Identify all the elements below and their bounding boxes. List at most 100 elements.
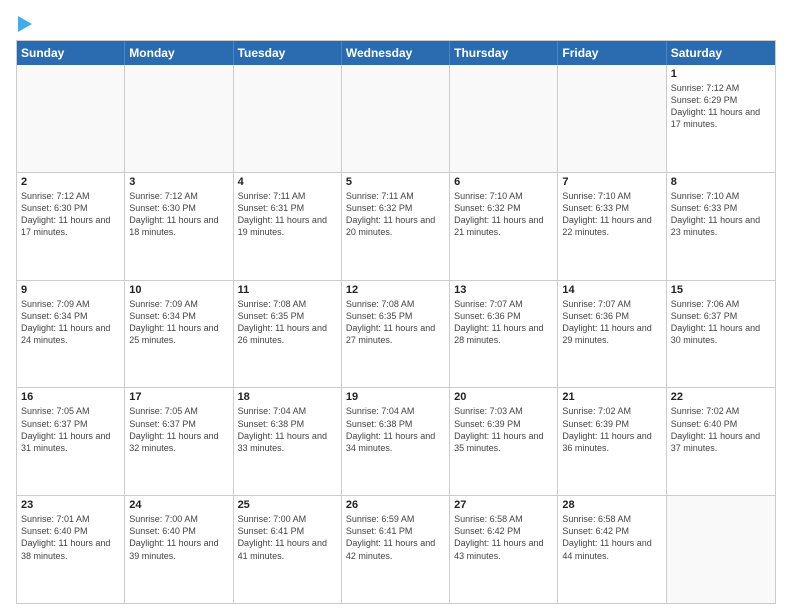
logo-arrow-icon (18, 16, 32, 32)
calendar-cell: 17 Sunrise: 7:05 AM Sunset: 6:37 PM Dayli… (125, 388, 233, 495)
calendar-cell: 2 Sunrise: 7:12 AM Sunset: 6:30 PM Daylig… (17, 173, 125, 280)
day-info: Sunrise: 7:12 AM Sunset: 6:29 PM Dayligh… (671, 82, 771, 131)
day-info: Sunrise: 6:58 AM Sunset: 6:42 PM Dayligh… (454, 513, 553, 562)
day-info: Sunrise: 7:11 AM Sunset: 6:31 PM Dayligh… (238, 190, 337, 239)
day-info: Sunrise: 7:09 AM Sunset: 6:34 PM Dayligh… (21, 298, 120, 347)
day-info: Sunrise: 7:00 AM Sunset: 6:40 PM Dayligh… (129, 513, 228, 562)
day-number: 6 (454, 176, 553, 188)
day-number: 21 (562, 391, 661, 403)
calendar-cell: 5 Sunrise: 7:11 AM Sunset: 6:32 PM Daylig… (342, 173, 450, 280)
day-info: Sunrise: 7:09 AM Sunset: 6:34 PM Dayligh… (129, 298, 228, 347)
day-number: 19 (346, 391, 445, 403)
calendar-row-4: 23 Sunrise: 7:01 AM Sunset: 6:40 PM Dayli… (17, 495, 775, 603)
day-number: 3 (129, 176, 228, 188)
calendar-cell: 6 Sunrise: 7:10 AM Sunset: 6:32 PM Daylig… (450, 173, 558, 280)
day-number: 25 (238, 499, 337, 511)
calendar-row-3: 16 Sunrise: 7:05 AM Sunset: 6:37 PM Dayli… (17, 387, 775, 495)
day-number: 28 (562, 499, 661, 511)
day-info: Sunrise: 7:02 AM Sunset: 6:39 PM Dayligh… (562, 405, 661, 454)
calendar-cell: 10Sunrise: 7:09 AM Sunset: 6:34 PM Dayli… (125, 281, 233, 388)
calendar-cell: 23 Sunrise: 7:01 AM Sunset: 6:40 PM Dayli… (17, 496, 125, 603)
day-info: Sunrise: 7:02 AM Sunset: 6:40 PM Dayligh… (671, 405, 771, 454)
calendar-cell: 7 Sunrise: 7:10 AM Sunset: 6:33 PM Daylig… (558, 173, 666, 280)
calendar-cell: 14 Sunrise: 7:07 AM Sunset: 6:36 PM Dayli… (558, 281, 666, 388)
calendar-cell: 24 Sunrise: 7:00 AM Sunset: 6:40 PM Dayli… (125, 496, 233, 603)
day-info: Sunrise: 7:10 AM Sunset: 6:33 PM Dayligh… (562, 190, 661, 239)
day-number: 26 (346, 499, 445, 511)
logo (16, 16, 32, 32)
day-number: 18 (238, 391, 337, 403)
day-info: Sunrise: 7:05 AM Sunset: 6:37 PM Dayligh… (21, 405, 120, 454)
calendar-cell: 3 Sunrise: 7:12 AM Sunset: 6:30 PM Daylig… (125, 173, 233, 280)
header-day-saturday: Saturday (667, 41, 775, 65)
day-info: Sunrise: 7:07 AM Sunset: 6:36 PM Dayligh… (562, 298, 661, 347)
day-info: Sunrise: 6:58 AM Sunset: 6:42 PM Dayligh… (562, 513, 661, 562)
calendar-cell (558, 65, 666, 172)
day-number: 22 (671, 391, 771, 403)
calendar-cell: 15 Sunrise: 7:06 AM Sunset: 6:37 PM Dayli… (667, 281, 775, 388)
day-info: Sunrise: 7:04 AM Sunset: 6:38 PM Dayligh… (238, 405, 337, 454)
header-day-monday: Monday (125, 41, 233, 65)
calendar-cell: 12 Sunrise: 7:08 AM Sunset: 6:35 PM Dayli… (342, 281, 450, 388)
day-number: 23 (21, 499, 120, 511)
calendar-row-1: 2 Sunrise: 7:12 AM Sunset: 6:30 PM Daylig… (17, 172, 775, 280)
day-info: Sunrise: 7:01 AM Sunset: 6:40 PM Dayligh… (21, 513, 120, 562)
calendar-cell (342, 65, 450, 172)
day-number: 4 (238, 176, 337, 188)
calendar-cell: 1 Sunrise: 7:12 AM Sunset: 6:29 PM Daylig… (667, 65, 775, 172)
calendar-cell: 25 Sunrise: 7:00 AM Sunset: 6:41 PM Dayli… (234, 496, 342, 603)
day-number: 17 (129, 391, 228, 403)
day-info: Sunrise: 7:12 AM Sunset: 6:30 PM Dayligh… (21, 190, 120, 239)
day-number: 7 (562, 176, 661, 188)
day-info: Sunrise: 7:10 AM Sunset: 6:33 PM Dayligh… (671, 190, 771, 239)
day-number: 15 (671, 284, 771, 296)
calendar-cell: 22 Sunrise: 7:02 AM Sunset: 6:40 PM Dayli… (667, 388, 775, 495)
day-info: Sunrise: 7:10 AM Sunset: 6:32 PM Dayligh… (454, 190, 553, 239)
calendar: SundayMondayTuesdayWednesdayThursdayFrid… (16, 40, 776, 604)
day-number: 5 (346, 176, 445, 188)
calendar-cell (17, 65, 125, 172)
day-number: 11 (238, 284, 337, 296)
calendar-cell: 13 Sunrise: 7:07 AM Sunset: 6:36 PM Dayli… (450, 281, 558, 388)
calendar-cell: 9 Sunrise: 7:09 AM Sunset: 6:34 PM Daylig… (17, 281, 125, 388)
calendar-cell: 16 Sunrise: 7:05 AM Sunset: 6:37 PM Dayli… (17, 388, 125, 495)
day-number: 9 (21, 284, 120, 296)
calendar-header: SundayMondayTuesdayWednesdayThursdayFrid… (17, 41, 775, 65)
calendar-cell (234, 65, 342, 172)
header-day-thursday: Thursday (450, 41, 558, 65)
day-info: Sunrise: 7:11 AM Sunset: 6:32 PM Dayligh… (346, 190, 445, 239)
calendar-cell: 26 Sunrise: 6:59 AM Sunset: 6:41 PM Dayli… (342, 496, 450, 603)
header-day-tuesday: Tuesday (234, 41, 342, 65)
calendar-cell: 19 Sunrise: 7:04 AM Sunset: 6:38 PM Dayli… (342, 388, 450, 495)
day-info: Sunrise: 7:07 AM Sunset: 6:36 PM Dayligh… (454, 298, 553, 347)
calendar-cell (450, 65, 558, 172)
day-number: 24 (129, 499, 228, 511)
day-number: 16 (21, 391, 120, 403)
calendar-cell (667, 496, 775, 603)
header-day-sunday: Sunday (17, 41, 125, 65)
calendar-row-2: 9 Sunrise: 7:09 AM Sunset: 6:34 PM Daylig… (17, 280, 775, 388)
day-number: 14 (562, 284, 661, 296)
calendar-cell: 11Sunrise: 7:08 AM Sunset: 6:35 PM Dayli… (234, 281, 342, 388)
day-info: Sunrise: 7:04 AM Sunset: 6:38 PM Dayligh… (346, 405, 445, 454)
day-number: 13 (454, 284, 553, 296)
day-info: Sunrise: 7:08 AM Sunset: 6:35 PM Dayligh… (346, 298, 445, 347)
day-info: Sunrise: 7:12 AM Sunset: 6:30 PM Dayligh… (129, 190, 228, 239)
header (16, 16, 776, 32)
day-info: Sunrise: 7:00 AM Sunset: 6:41 PM Dayligh… (238, 513, 337, 562)
day-number: 27 (454, 499, 553, 511)
calendar-cell: 18 Sunrise: 7:04 AM Sunset: 6:38 PM Dayli… (234, 388, 342, 495)
day-info: Sunrise: 7:05 AM Sunset: 6:37 PM Dayligh… (129, 405, 228, 454)
day-number: 2 (21, 176, 120, 188)
day-number: 1 (671, 68, 771, 80)
day-number: 12 (346, 284, 445, 296)
calendar-row-0: 1 Sunrise: 7:12 AM Sunset: 6:29 PM Daylig… (17, 65, 775, 172)
calendar-cell (125, 65, 233, 172)
calendar-cell: 8Sunrise: 7:10 AM Sunset: 6:33 PM Daylig… (667, 173, 775, 280)
calendar-cell: 4 Sunrise: 7:11 AM Sunset: 6:31 PM Daylig… (234, 173, 342, 280)
calendar-body: 1 Sunrise: 7:12 AM Sunset: 6:29 PM Daylig… (17, 65, 775, 603)
header-day-friday: Friday (558, 41, 666, 65)
day-info: Sunrise: 6:59 AM Sunset: 6:41 PM Dayligh… (346, 513, 445, 562)
day-info: Sunrise: 7:06 AM Sunset: 6:37 PM Dayligh… (671, 298, 771, 347)
header-day-wednesday: Wednesday (342, 41, 450, 65)
